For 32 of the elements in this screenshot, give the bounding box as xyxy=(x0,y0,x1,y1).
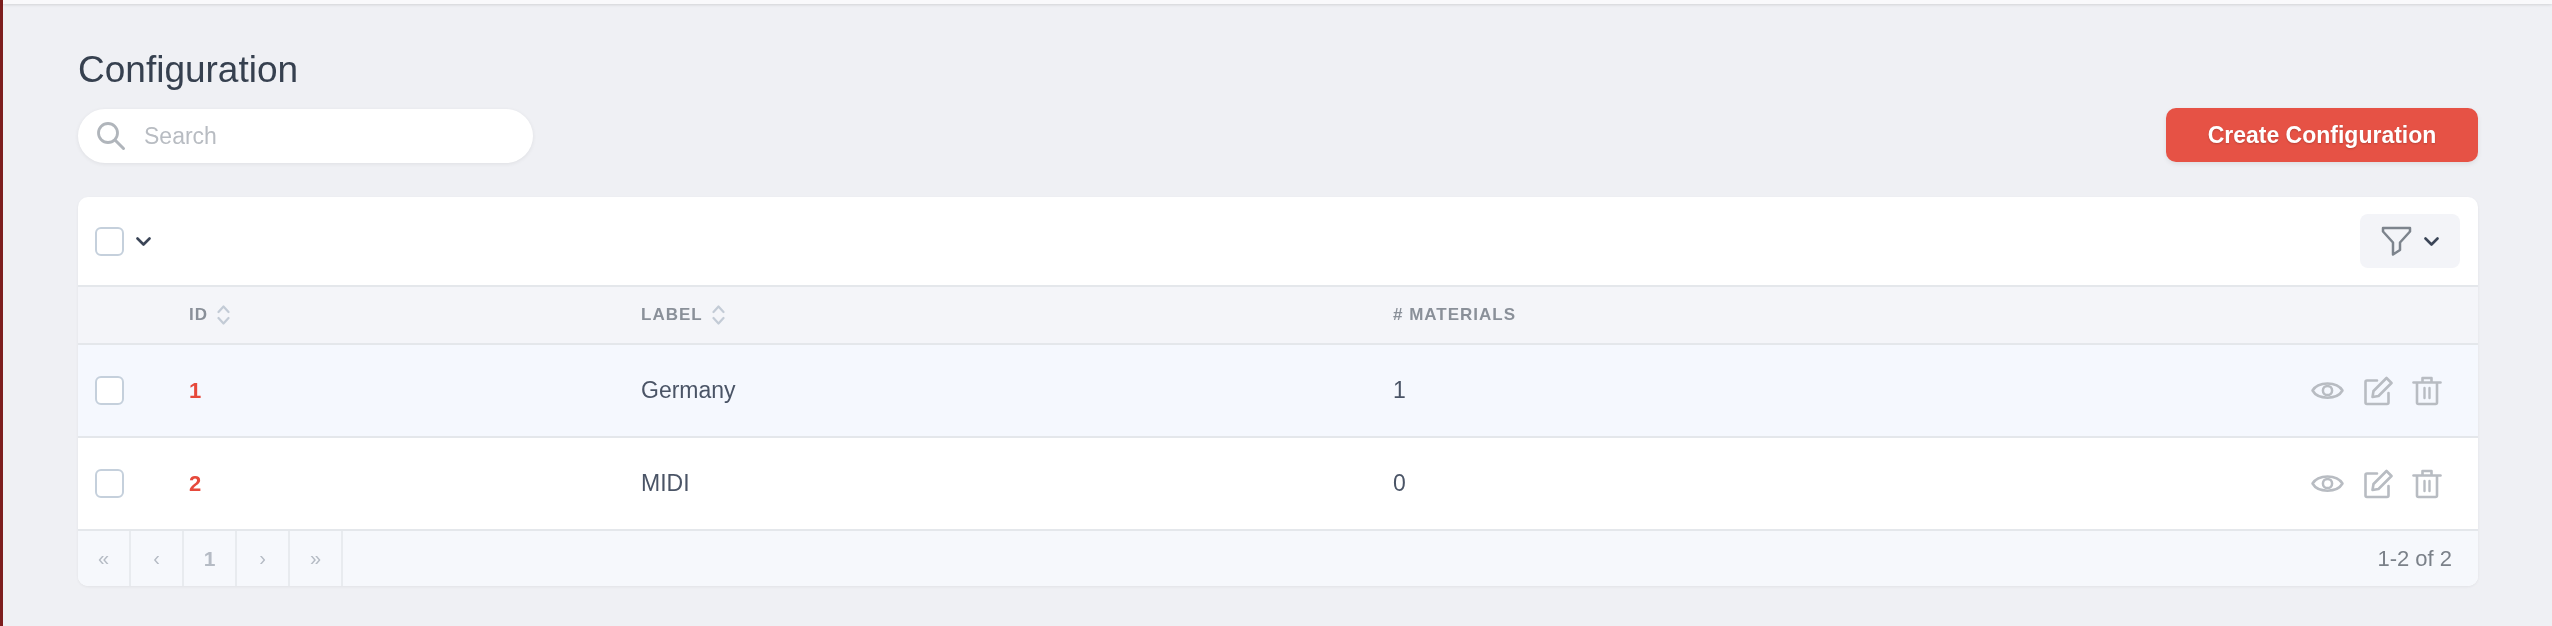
column-header[interactable]: ID xyxy=(189,305,208,325)
checkbox[interactable] xyxy=(95,376,124,405)
trash-icon[interactable] xyxy=(2412,468,2442,499)
edit-icon[interactable] xyxy=(2363,468,2393,499)
table-cell: Germany xyxy=(641,377,736,404)
edit-icon[interactable] xyxy=(2363,375,2393,406)
table-cell: 1 xyxy=(1393,377,1406,404)
sort-icon[interactable] xyxy=(217,304,230,326)
column-header: # MATERIALS xyxy=(1393,305,1517,325)
page-button[interactable]: 1 xyxy=(184,531,237,586)
trash-icon[interactable] xyxy=(2412,375,2442,406)
id-link[interactable]: 1 xyxy=(189,377,202,404)
pagination-arrow-button[interactable]: « xyxy=(78,531,131,586)
column-header[interactable]: LABEL xyxy=(641,305,703,325)
chevron-down-icon xyxy=(2424,236,2439,246)
id-link[interactable]: 2 xyxy=(189,470,202,497)
pagination-arrow-button[interactable]: » xyxy=(290,531,343,586)
filter-icon xyxy=(2381,226,2412,256)
search-icon xyxy=(96,121,126,151)
checkbox[interactable] xyxy=(95,226,124,256)
page-title: Configuration xyxy=(78,48,299,92)
sort-icon[interactable] xyxy=(711,304,725,326)
filter-button[interactable] xyxy=(2360,214,2460,268)
search-field[interactable]: Search xyxy=(78,109,533,163)
chevron-down-icon xyxy=(136,236,151,246)
table-cell: MIDI xyxy=(641,470,690,497)
create-configuration-button[interactable]: Create Configuration xyxy=(2166,108,2478,162)
table-cell: 0 xyxy=(1393,470,1406,497)
pagination-summary: 1-2 of 2 xyxy=(2377,545,2453,572)
pagination-arrow-button[interactable]: ‹ xyxy=(131,531,184,586)
pagination-arrow-button[interactable]: › xyxy=(237,531,290,586)
checkbox[interactable] xyxy=(95,469,124,498)
